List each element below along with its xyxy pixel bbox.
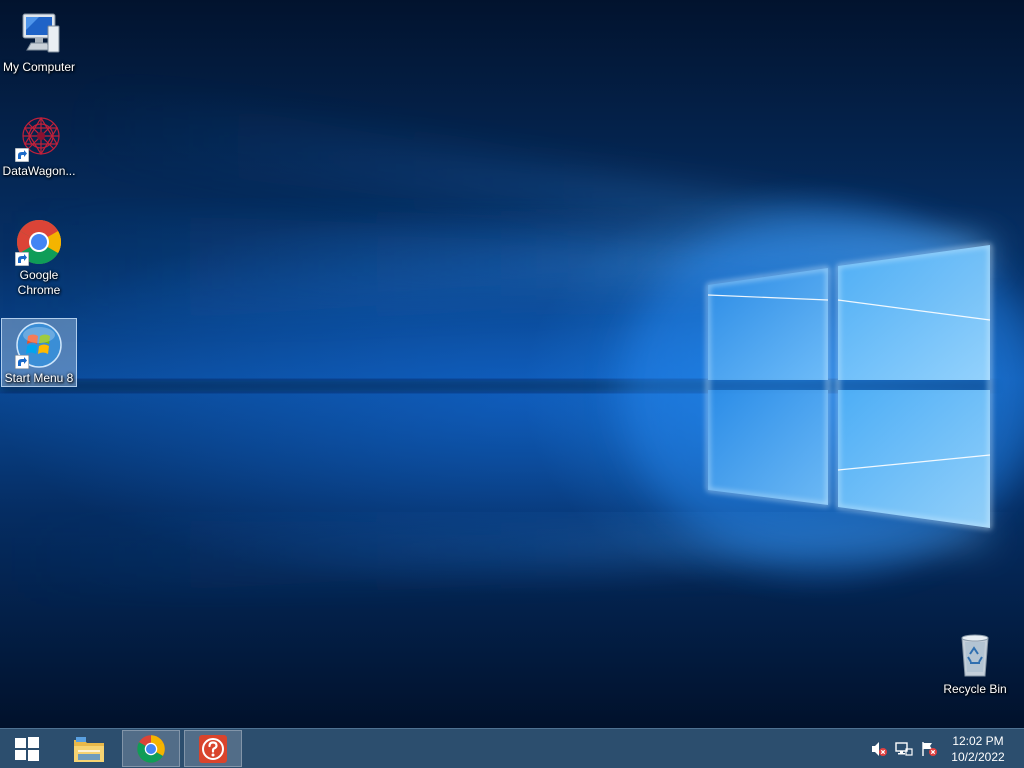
chrome-icon xyxy=(15,218,63,266)
chrome-icon xyxy=(137,734,165,763)
start-menu-8-icon xyxy=(15,321,63,369)
clock-time: 12:02 PM xyxy=(952,734,1004,748)
desktop[interactable]: My Computer DataWagon... Google Chrome S… xyxy=(0,0,1024,728)
speaker-muted-icon[interactable] xyxy=(868,738,890,760)
system-tray xyxy=(868,729,944,768)
desktop-icon-label: Google Chrome xyxy=(17,268,61,297)
help-icon xyxy=(199,734,227,763)
shortcut-arrow-icon xyxy=(15,355,29,369)
shortcut-arrow-icon xyxy=(15,148,29,162)
desktop-icon-my-computer[interactable]: My Computer xyxy=(1,8,77,75)
desktop-icon-label: Recycle Bin xyxy=(943,682,1007,696)
clock-date: 10/2/2022 xyxy=(951,750,1005,764)
desktop-icon-label: Start Menu 8 xyxy=(4,371,74,385)
taskbar-file-explorer[interactable] xyxy=(60,730,118,767)
desktop-icon-start-menu-8[interactable]: Start Menu 8 xyxy=(1,318,77,387)
windows-logo-icon xyxy=(15,736,39,761)
action-center-flag-icon[interactable] xyxy=(918,738,940,760)
desktop-icon-recycle-bin[interactable]: Recycle Bin xyxy=(937,630,1013,697)
taskbar-help[interactable] xyxy=(184,730,242,767)
network-error-icon[interactable] xyxy=(893,738,915,760)
my-computer-icon xyxy=(15,10,63,58)
taskbar-google-chrome[interactable] xyxy=(122,730,180,767)
start-button[interactable] xyxy=(0,730,54,767)
recycle-bin-icon xyxy=(951,632,999,680)
datawagon-icon xyxy=(15,114,63,162)
desktop-icon-datawagon[interactable]: DataWagon... xyxy=(1,112,77,179)
folder-icon xyxy=(74,736,104,762)
desktop-icon-google-chrome[interactable]: Google Chrome xyxy=(1,216,77,298)
shortcut-arrow-icon xyxy=(15,252,29,266)
wallpaper xyxy=(0,80,1024,600)
desktop-icon-label: My Computer xyxy=(2,60,76,74)
desktop-icon-label: DataWagon... xyxy=(2,164,76,178)
taskbar: 12:02 PM 10/2/2022 xyxy=(0,728,1024,768)
taskbar-clock[interactable]: 12:02 PM 10/2/2022 xyxy=(946,733,1010,765)
